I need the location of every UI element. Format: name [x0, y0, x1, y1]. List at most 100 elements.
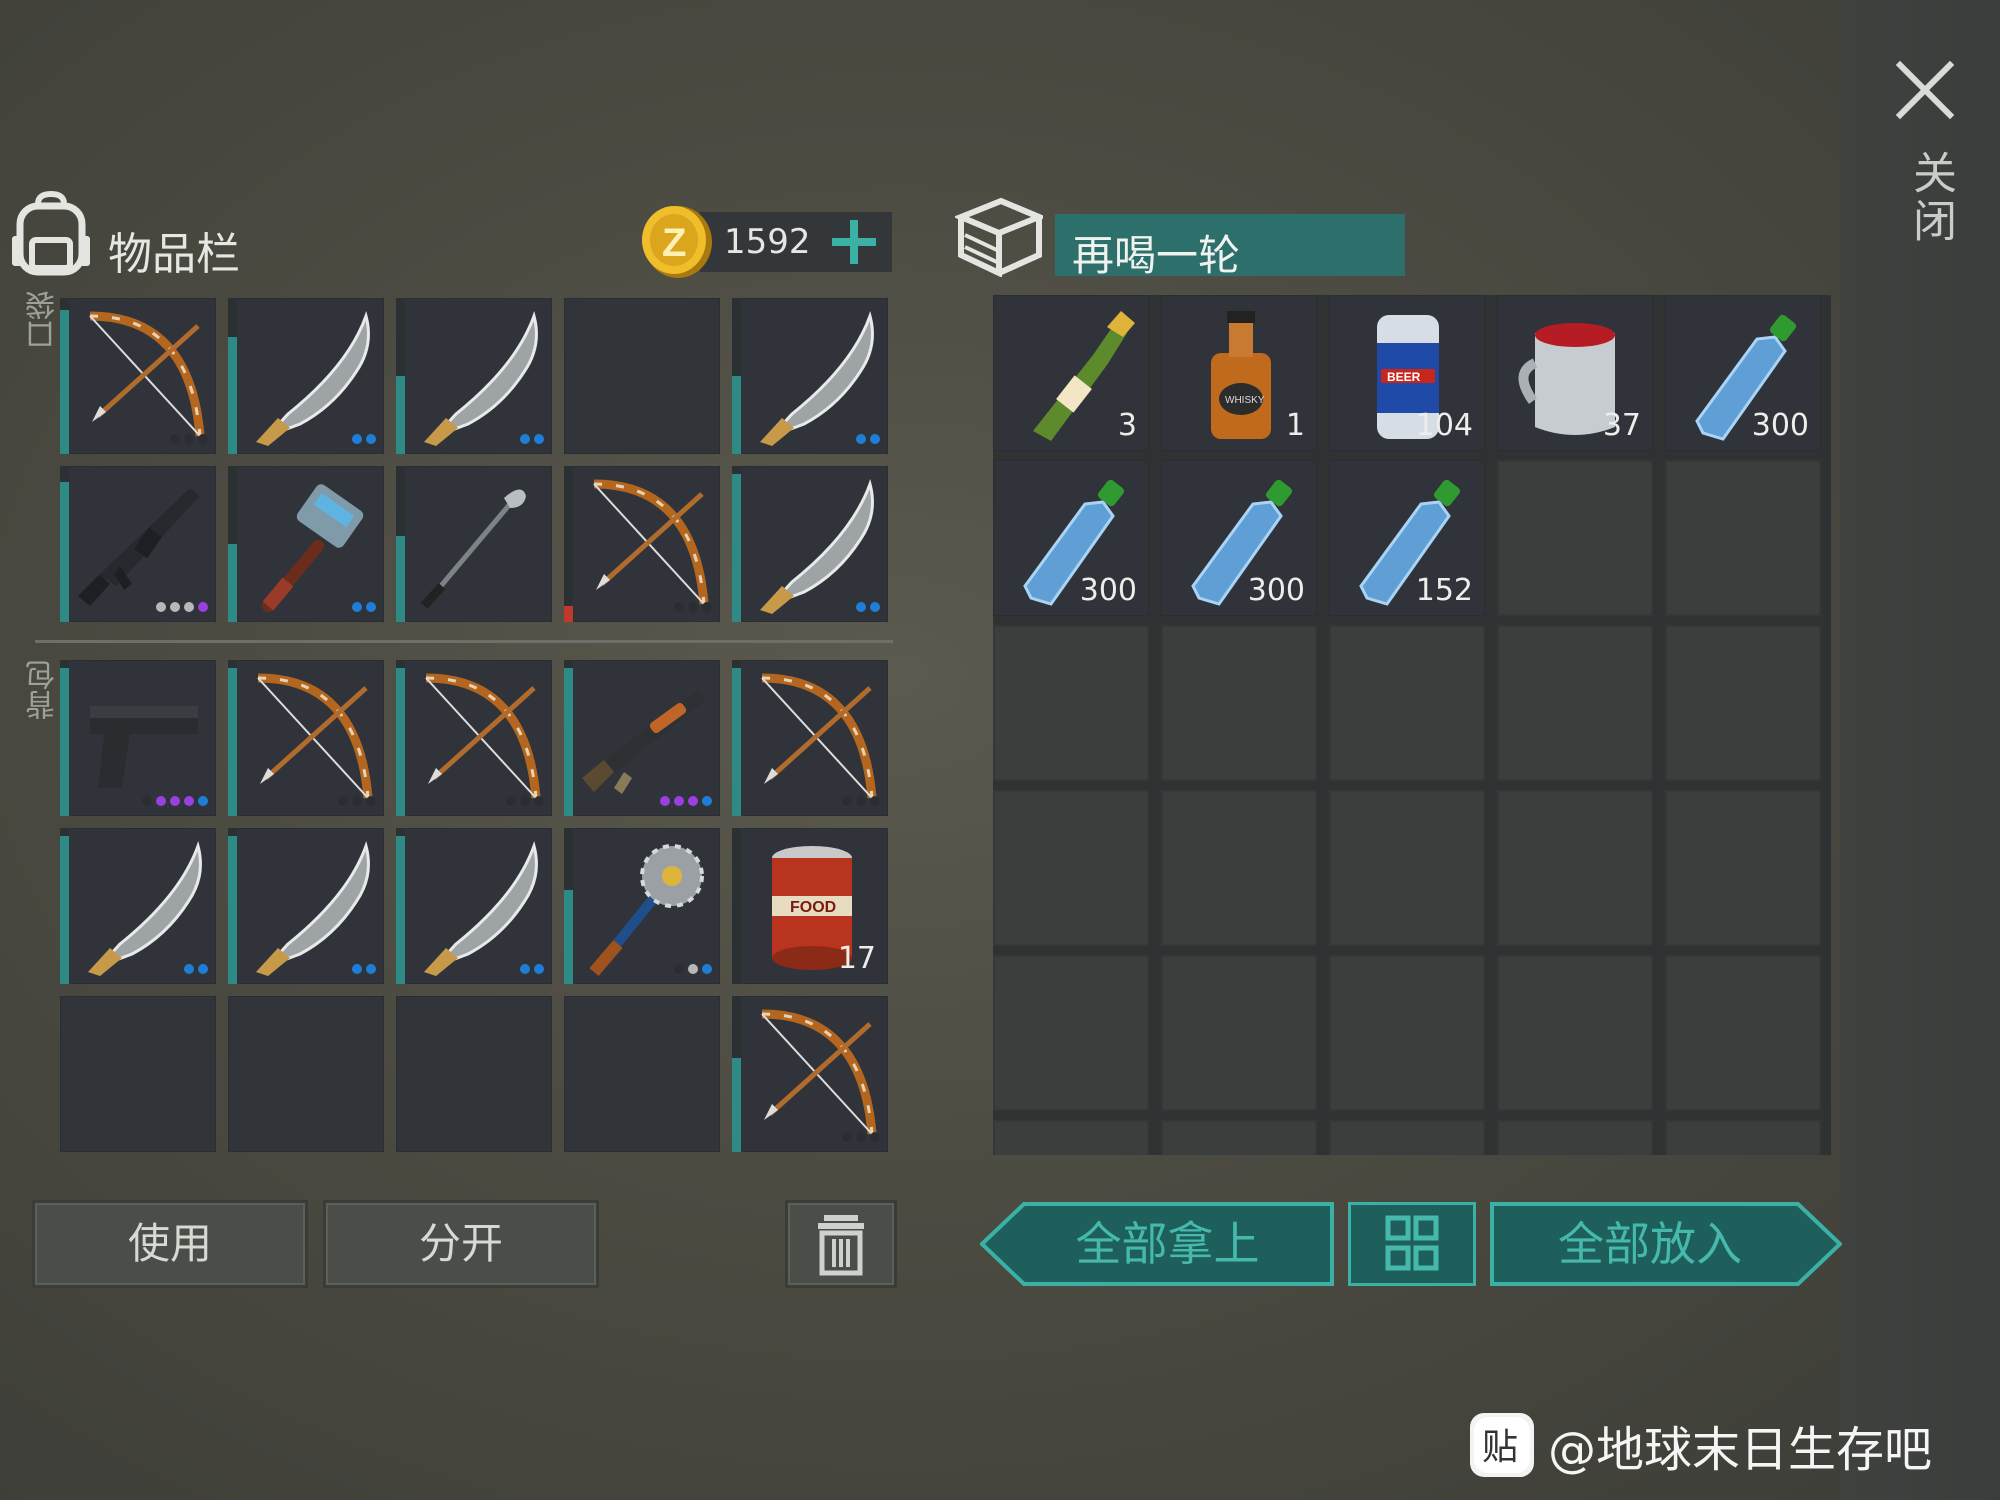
- inventory-slot[interactable]: [228, 660, 384, 816]
- container-slot[interactable]: 3: [993, 295, 1149, 451]
- durability-bar: [228, 668, 237, 816]
- inventory-slot[interactable]: [228, 298, 384, 454]
- empty-slot[interactable]: [1497, 955, 1653, 1111]
- empty-slot[interactable]: [1665, 955, 1821, 1111]
- empty-slot[interactable]: [564, 298, 720, 454]
- container-slot[interactable]: 300: [1161, 460, 1317, 616]
- add-coins-button[interactable]: [828, 216, 878, 266]
- quality-dot: [156, 602, 166, 612]
- quality-dot: [198, 602, 208, 612]
- quality-dot: [870, 1132, 880, 1142]
- quality-dots: [156, 602, 208, 612]
- inventory-slot[interactable]: [60, 298, 216, 454]
- split-button[interactable]: 分开: [323, 1200, 599, 1288]
- close-button[interactable]: [1890, 55, 1960, 125]
- container-slot[interactable]: 152: [1329, 460, 1485, 616]
- empty-slot[interactable]: [993, 1120, 1149, 1155]
- empty-slot[interactable]: [1665, 625, 1821, 781]
- empty-slot[interactable]: [228, 996, 384, 1152]
- quality-dot: [366, 602, 376, 612]
- inventory-slot[interactable]: [732, 996, 888, 1152]
- quality-dot: [184, 796, 194, 806]
- inventory-slot[interactable]: [732, 466, 888, 622]
- empty-slot[interactable]: [1329, 790, 1485, 946]
- empty-slot[interactable]: [1161, 955, 1317, 1111]
- inventory-slot[interactable]: [564, 466, 720, 622]
- container-slot[interactable]: 300: [1665, 295, 1821, 451]
- empty-slot[interactable]: [1497, 790, 1653, 946]
- take-all-button[interactable]: 全部拿上: [980, 1202, 1335, 1286]
- empty-slot[interactable]: [993, 790, 1149, 946]
- quality-dot: [520, 434, 530, 444]
- inventory-slot[interactable]: [228, 828, 384, 984]
- empty-slot[interactable]: [1329, 1120, 1485, 1155]
- empty-slot[interactable]: [1665, 1120, 1821, 1155]
- empty-slot[interactable]: [1161, 790, 1317, 946]
- sort-button[interactable]: [1348, 1202, 1476, 1286]
- inventory-slot[interactable]: [60, 828, 216, 984]
- trash-button[interactable]: [785, 1200, 897, 1288]
- empty-slot[interactable]: [1329, 955, 1485, 1111]
- empty-slot[interactable]: [1329, 625, 1485, 781]
- empty-slot[interactable]: [1497, 1120, 1653, 1155]
- bow-icon: [257, 673, 373, 799]
- empty-slot[interactable]: [1161, 625, 1317, 781]
- inventory-slot[interactable]: [732, 298, 888, 454]
- durability-bar: [228, 337, 237, 454]
- item-quantity: 300: [1751, 408, 1809, 443]
- inventory-slot[interactable]: [396, 660, 552, 816]
- quality-dots: [842, 796, 880, 806]
- inventory-slot[interactable]: [564, 660, 720, 816]
- inventory-slot[interactable]: [60, 660, 216, 816]
- empty-slot[interactable]: [993, 625, 1149, 781]
- empty-slot[interactable]: [1161, 1120, 1317, 1155]
- durability-bar: [396, 536, 405, 622]
- bow-icon: [761, 673, 877, 799]
- quality-dot: [170, 796, 180, 806]
- use-button[interactable]: 使用: [32, 1200, 308, 1288]
- quality-dot: [688, 602, 698, 612]
- durability-bar: [396, 376, 405, 454]
- container-slot[interactable]: BEER 104: [1329, 295, 1485, 451]
- empty-slot[interactable]: [993, 955, 1149, 1111]
- empty-slot[interactable]: [1665, 790, 1821, 946]
- inventory-slot[interactable]: [60, 466, 216, 622]
- inventory-slot[interactable]: [564, 828, 720, 984]
- empty-slot[interactable]: [1497, 460, 1653, 616]
- quality-dot: [870, 602, 880, 612]
- empty-slot[interactable]: [60, 996, 216, 1152]
- saw-mace-icon: [589, 844, 704, 976]
- durability-bar: [732, 376, 741, 454]
- quality-dots: [856, 434, 880, 444]
- item-quantity: 152: [1415, 573, 1473, 608]
- durability-bar: [564, 668, 573, 816]
- quality-dot: [534, 796, 544, 806]
- inventory-slot[interactable]: FOOD 17: [732, 828, 888, 984]
- inventory-slot[interactable]: [396, 298, 552, 454]
- inventory-slot[interactable]: [732, 660, 888, 816]
- bow-icon: [425, 673, 541, 799]
- empty-slot[interactable]: [396, 996, 552, 1152]
- container-slot[interactable]: 300: [993, 460, 1149, 616]
- hammer-icon: [262, 484, 364, 612]
- machete-icon: [88, 840, 202, 976]
- machete-icon: [760, 310, 874, 446]
- container-slot[interactable]: 37: [1497, 295, 1653, 451]
- container-slot[interactable]: WHISKY 1: [1161, 295, 1317, 451]
- quality-dots: [352, 602, 376, 612]
- section-divider: [35, 640, 893, 643]
- empty-slot[interactable]: [564, 996, 720, 1152]
- quality-dot: [856, 796, 866, 806]
- empty-slot[interactable]: [1665, 460, 1821, 616]
- put-all-button[interactable]: 全部放入: [1490, 1202, 1842, 1286]
- empty-slot[interactable]: [1497, 625, 1653, 781]
- quality-dot: [184, 964, 194, 974]
- svg-text:BEER: BEER: [1387, 370, 1421, 384]
- durability-bar: [60, 668, 69, 816]
- bow-icon: [593, 479, 709, 605]
- inventory-slot[interactable]: [228, 466, 384, 622]
- watermark-text: @地球末日生存吧: [1548, 1422, 1933, 1478]
- inventory-slot[interactable]: [396, 466, 552, 622]
- inventory-slot[interactable]: [396, 828, 552, 984]
- quality-dot: [520, 964, 530, 974]
